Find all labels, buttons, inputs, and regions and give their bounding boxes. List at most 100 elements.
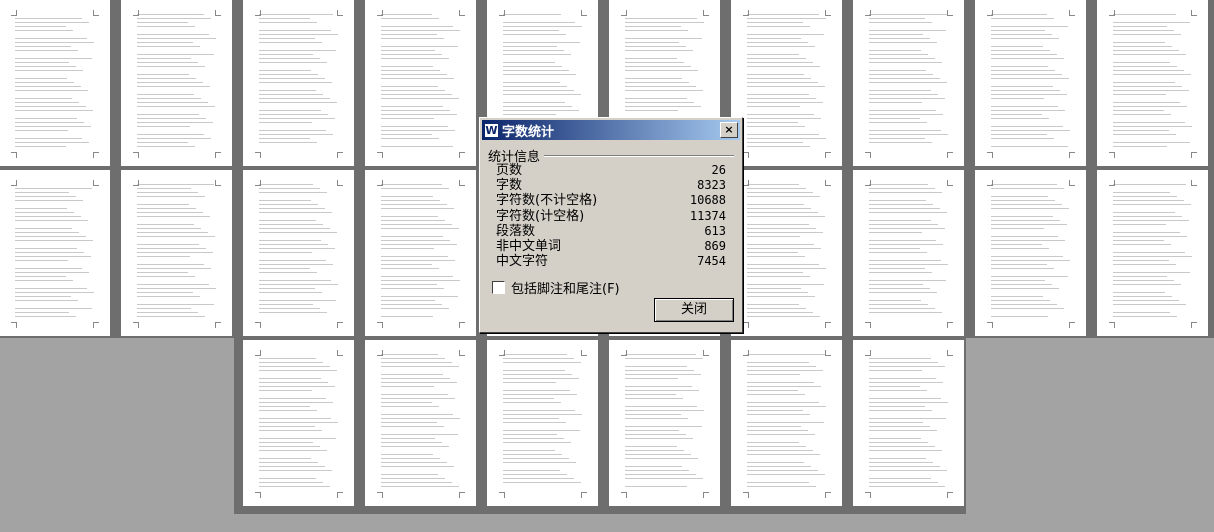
text-line [503,34,566,35]
text-line [259,478,316,479]
page-thumbnail[interactable] [0,170,110,336]
text-line [747,386,821,387]
text-line [137,284,209,285]
text-line [991,134,1047,135]
text-line [747,446,806,447]
page-thumbnail[interactable] [487,340,598,506]
page-thumbnail[interactable] [365,340,476,506]
page-thumbnail[interactable] [243,0,354,166]
text-line [137,248,206,249]
page-corner-mark [255,152,261,158]
text-line [137,46,200,47]
include-footnotes-checkbox[interactable]: 包括脚注和尾注(F) [492,278,620,297]
text-line [381,264,432,265]
page-thumbnail[interactable] [365,170,476,336]
text-line [1113,122,1185,123]
checkbox-box[interactable] [492,281,505,294]
text-line [15,220,88,221]
text-line [381,394,448,395]
page-corner-mark [377,10,383,16]
page-thumbnail[interactable] [853,0,964,166]
page-corner-mark [865,322,871,328]
text-line [259,466,325,467]
text-line [991,110,1065,111]
text-line [747,390,798,391]
text-line [381,288,444,289]
text-line [991,138,1054,139]
text-line [991,260,1070,261]
text-line [747,248,821,249]
text-line [747,394,805,395]
text-line [259,438,336,439]
text-line [15,82,74,83]
text-line [747,208,811,209]
page-thumbnail[interactable] [975,170,1086,336]
text-line [869,398,941,399]
text-line [259,268,310,269]
text-line [15,86,81,87]
page-thumbnail[interactable] [243,340,354,506]
page-thumbnail[interactable] [609,340,720,506]
text-line [503,94,581,95]
page-thumbnail[interactable] [243,170,354,336]
text-line [259,54,313,55]
page-thumbnail[interactable] [1097,0,1208,166]
text-line [259,98,330,99]
text-line [503,402,561,403]
text-line [869,200,926,201]
text-line [869,358,931,359]
page-thumbnail[interactable] [853,340,964,506]
text-line [381,94,452,95]
text-line [381,442,442,443]
page-thumbnail[interactable] [975,0,1086,166]
text-line [625,466,682,467]
page-thumbnail[interactable] [731,170,842,336]
close-button[interactable]: 关闭 [654,298,734,322]
text-line [991,46,1043,47]
page-corner-mark [459,322,465,328]
text-line [259,134,333,135]
page-thumbnail[interactable] [121,170,232,336]
text-line [991,94,1067,95]
text-line [259,70,311,71]
page-thumbnail[interactable] [121,0,232,166]
page-thumbnail[interactable] [853,170,964,336]
page-thumbnail[interactable] [731,340,842,506]
page-thumbnail[interactable] [0,0,110,166]
text-line [503,102,565,103]
page-thumbnail[interactable] [365,0,476,166]
text-line [869,118,920,119]
text-line [381,228,459,229]
text-line [625,358,703,359]
page-thumbnail[interactable] [1097,170,1208,336]
text-line [869,224,938,225]
text-line [137,188,191,189]
text-line [1113,184,1186,185]
text-line [1113,82,1175,83]
text-line [625,454,691,455]
dialog-titlebar[interactable]: W 字数统计 × [482,120,740,140]
text-line [869,30,946,31]
text-line [381,406,439,407]
text-line [503,114,556,115]
text-line [991,38,1059,39]
text-line [1113,30,1174,31]
text-line [869,58,935,59]
text-line [747,442,799,443]
text-line [747,474,825,475]
text-line [625,374,701,375]
page-corner-mark [703,492,709,498]
text-line [503,362,581,363]
page-thumbnail[interactable] [731,0,842,166]
close-icon[interactable]: × [720,122,738,138]
text-line [869,22,932,23]
text-line [1113,130,1169,131]
text-line [381,486,459,487]
page-corner-mark [11,180,17,186]
text-line [625,394,676,395]
stat-label: 页数 [496,163,523,178]
text-line [747,402,819,403]
text-line [1113,74,1191,75]
page-corner-mark [621,350,627,356]
text-line [747,268,826,269]
